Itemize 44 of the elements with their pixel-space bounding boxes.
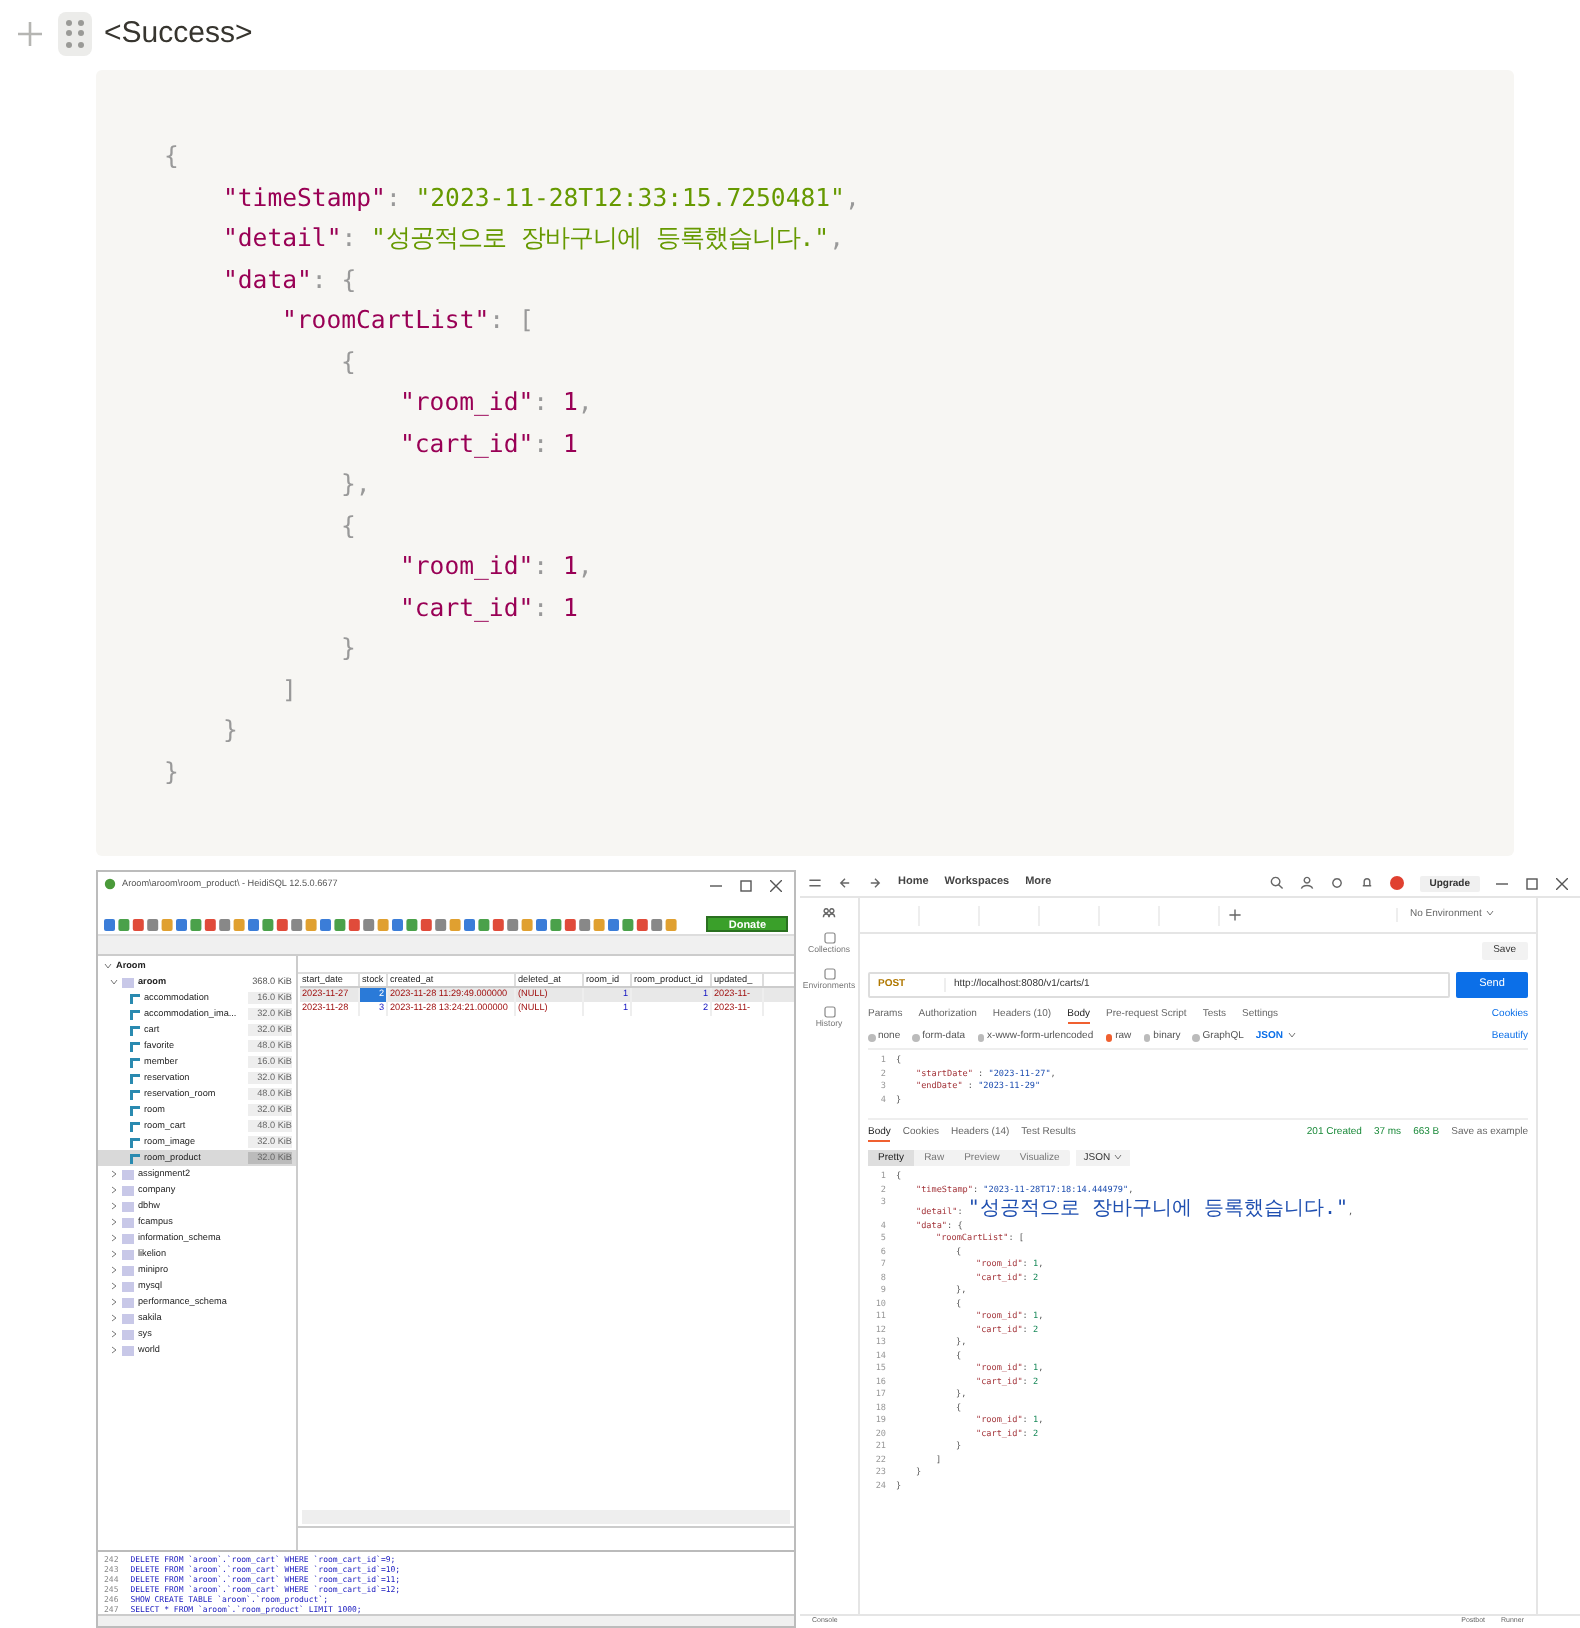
minimize-icon[interactable]	[1496, 877, 1508, 889]
drag-handle-icon[interactable]	[58, 12, 92, 56]
code-line: "detail": "성공적으로 장바구니에 등록했습니다.",	[223, 222, 844, 256]
square-icon	[823, 968, 835, 981]
code-line: ]	[282, 673, 297, 707]
app-icon	[104, 878, 116, 891]
settings-icon[interactable]	[1329, 876, 1344, 890]
code-line: {	[341, 345, 356, 379]
close-icon[interactable]	[1556, 877, 1568, 889]
code-line: "cart_id": 1	[400, 591, 578, 626]
code-line: }	[164, 755, 179, 789]
code-line: "room_id": 1,	[400, 386, 593, 420]
people-icon[interactable]	[822, 906, 836, 920]
bell-icon[interactable]	[1359, 876, 1374, 890]
search-icon[interactable]	[1269, 876, 1284, 890]
user-icon[interactable]	[1299, 876, 1314, 890]
chevron-down-icon[interactable]	[1287, 1032, 1295, 1039]
code-line: }	[223, 714, 238, 748]
menu-icon[interactable]	[808, 876, 822, 890]
plus-icon[interactable]	[16, 20, 44, 48]
close-icon[interactable]	[770, 879, 782, 891]
code-line: "room_id": 1,	[400, 550, 593, 584]
chevron-down-icon[interactable]	[1485, 909, 1494, 916]
maximize-icon[interactable]	[1526, 877, 1538, 889]
square-icon	[823, 932, 835, 944]
block-heading: <Success>	[104, 13, 253, 54]
code-line: "timeStamp": "2023-11-28T12:33:15.7250481",	[223, 181, 860, 215]
code-line: {	[164, 140, 179, 174]
horizontal-scrollbar[interactable]	[302, 1510, 790, 1524]
forward-icon[interactable]	[868, 876, 882, 890]
square-icon	[823, 1005, 835, 1018]
code-line: "cart_id": 1	[400, 427, 578, 462]
code-line: }	[341, 632, 356, 666]
back-icon[interactable]	[838, 876, 852, 890]
code-line: },	[341, 468, 371, 502]
code-line: "data": {	[223, 263, 357, 297]
plus-icon[interactable]	[1228, 908, 1242, 922]
chevron-down-icon[interactable]	[1114, 1154, 1123, 1161]
code-line: {	[341, 509, 356, 543]
code-line: "roomCartList": [	[282, 304, 534, 338]
minimize-icon[interactable]	[710, 879, 722, 891]
maximize-icon[interactable]	[740, 879, 752, 891]
database-icon	[122, 977, 134, 987]
avatar-icon[interactable]	[1389, 876, 1404, 890]
